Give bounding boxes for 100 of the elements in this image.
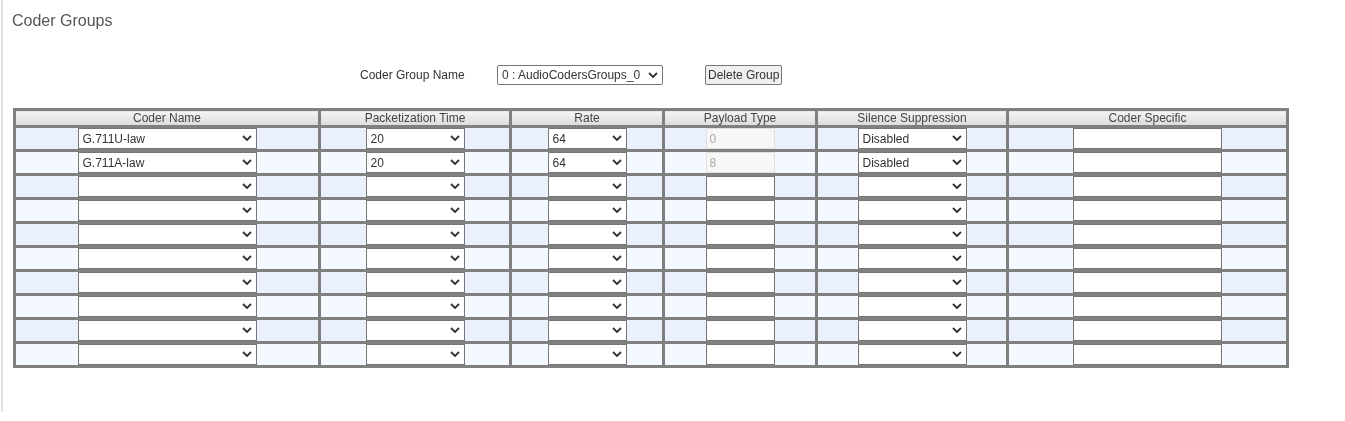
chevron-down-icon bbox=[951, 159, 962, 166]
chevron-down-icon bbox=[951, 303, 962, 310]
coder-specific-field[interactable] bbox=[1073, 272, 1222, 293]
chevron-down-icon bbox=[951, 255, 962, 262]
column-header: Silence Suppression bbox=[816, 109, 1008, 127]
chevron-down-icon bbox=[241, 135, 252, 142]
column-header: Payload Type bbox=[663, 109, 817, 127]
rate-select[interactable]: 64 bbox=[547, 152, 627, 173]
chevron-down-icon bbox=[449, 351, 460, 358]
payload-type-field[interactable] bbox=[705, 248, 775, 269]
rate-select[interactable] bbox=[547, 176, 627, 197]
chevron-down-icon bbox=[449, 231, 460, 238]
coder-name-select[interactable]: G.711A-law bbox=[77, 152, 257, 173]
chevron-down-icon bbox=[951, 207, 962, 214]
column-header: Coder Specific bbox=[1007, 109, 1288, 127]
chevron-down-icon bbox=[449, 255, 460, 262]
rate-select[interactable] bbox=[547, 272, 627, 293]
silence-suppression-select[interactable] bbox=[857, 248, 967, 269]
coder-name-select[interactable] bbox=[77, 296, 257, 317]
chevron-down-icon bbox=[611, 303, 622, 310]
silence-suppression-select[interactable] bbox=[857, 296, 967, 317]
chevron-down-icon bbox=[951, 183, 962, 190]
chevron-down-icon bbox=[449, 135, 460, 142]
chevron-down-icon bbox=[611, 207, 622, 214]
chevron-down-icon bbox=[611, 255, 622, 262]
delete-group-button[interactable]: Delete Group bbox=[705, 65, 783, 85]
coder-name-select[interactable] bbox=[77, 200, 257, 221]
rate-select[interactable]: 64 bbox=[547, 128, 627, 149]
coder-name-select[interactable] bbox=[77, 344, 257, 365]
silence-suppression-select[interactable]: Disabled bbox=[857, 152, 967, 173]
coder-specific-field[interactable] bbox=[1073, 248, 1222, 269]
column-header: Coder Name bbox=[14, 109, 320, 127]
payload-type-field[interactable] bbox=[705, 224, 775, 245]
silence-suppression-select[interactable]: Disabled bbox=[857, 128, 967, 149]
coder-specific-field[interactable] bbox=[1073, 128, 1222, 149]
chevron-down-icon bbox=[951, 351, 962, 358]
ptime-select[interactable] bbox=[365, 296, 465, 317]
chevron-down-icon bbox=[611, 279, 622, 286]
silence-suppression-select[interactable] bbox=[857, 344, 967, 365]
rate-select[interactable] bbox=[547, 320, 627, 341]
ptime-select[interactable] bbox=[365, 224, 465, 245]
column-header: Rate bbox=[510, 109, 664, 127]
silence-suppression-select[interactable] bbox=[857, 176, 967, 197]
ptime-select[interactable] bbox=[365, 344, 465, 365]
coder-specific-field[interactable] bbox=[1073, 344, 1222, 365]
chevron-down-icon bbox=[951, 135, 962, 142]
coder-name-select[interactable] bbox=[77, 248, 257, 269]
column-header: Packetization Time bbox=[319, 109, 511, 127]
coder-name-select[interactable] bbox=[77, 224, 257, 245]
chevron-down-icon bbox=[951, 231, 962, 238]
ptime-select[interactable] bbox=[365, 272, 465, 293]
ptime-select[interactable] bbox=[365, 320, 465, 341]
payload-type-field[interactable] bbox=[705, 296, 775, 317]
silence-suppression-select[interactable] bbox=[857, 224, 967, 245]
coder-specific-field[interactable] bbox=[1073, 152, 1222, 173]
ptime-select[interactable] bbox=[365, 200, 465, 221]
chevron-down-icon bbox=[241, 159, 252, 166]
chevron-down-icon bbox=[241, 231, 252, 238]
chevron-down-icon bbox=[241, 327, 252, 334]
chevron-down-icon bbox=[951, 279, 962, 286]
rate-select[interactable] bbox=[547, 200, 627, 221]
group-name-select[interactable]: 0 : AudioCodersGroups_0 bbox=[497, 65, 663, 85]
chevron-down-icon bbox=[241, 207, 252, 214]
chevron-down-icon bbox=[449, 183, 460, 190]
coder-specific-field[interactable] bbox=[1073, 320, 1222, 341]
payload-type-field[interactable] bbox=[705, 200, 775, 221]
chevron-down-icon bbox=[449, 327, 460, 334]
chevron-down-icon bbox=[449, 279, 460, 286]
rate-select[interactable] bbox=[547, 296, 627, 317]
rate-select[interactable] bbox=[547, 224, 627, 245]
silence-suppression-select[interactable] bbox=[857, 200, 967, 221]
chevron-down-icon bbox=[241, 303, 252, 310]
coder-specific-field[interactable] bbox=[1073, 224, 1222, 245]
payload-type-field[interactable] bbox=[705, 272, 775, 293]
coder-name-select[interactable] bbox=[77, 320, 257, 341]
chevron-down-icon bbox=[648, 71, 658, 79]
chevron-down-icon bbox=[241, 279, 252, 286]
ptime-select[interactable]: 20 bbox=[365, 128, 465, 149]
silence-suppression-select[interactable] bbox=[857, 272, 967, 293]
chevron-down-icon bbox=[611, 231, 622, 238]
coder-name-select[interactable]: G.711U-law bbox=[77, 128, 257, 149]
coder-name-select[interactable] bbox=[77, 176, 257, 197]
chevron-down-icon bbox=[611, 327, 622, 334]
ptime-select[interactable]: 20 bbox=[365, 152, 465, 173]
payload-type-field[interactable] bbox=[705, 176, 775, 197]
payload-type-field[interactable] bbox=[705, 344, 775, 365]
silence-suppression-select[interactable] bbox=[857, 320, 967, 341]
chevron-down-icon bbox=[449, 207, 460, 214]
coder-specific-field[interactable] bbox=[1073, 296, 1222, 317]
rate-select[interactable] bbox=[547, 248, 627, 269]
chevron-down-icon bbox=[449, 303, 460, 310]
page-title: Coder Groups bbox=[12, 11, 114, 31]
coder-name-select[interactable] bbox=[77, 272, 257, 293]
coder-specific-field[interactable] bbox=[1073, 176, 1222, 197]
rate-select[interactable] bbox=[547, 344, 627, 365]
payload-type-field[interactable] bbox=[705, 320, 775, 341]
ptime-select[interactable] bbox=[365, 176, 465, 197]
ptime-select[interactable] bbox=[365, 248, 465, 269]
coder-specific-field[interactable] bbox=[1073, 200, 1222, 221]
group-name-label: Coder Group Name bbox=[360, 67, 466, 84]
